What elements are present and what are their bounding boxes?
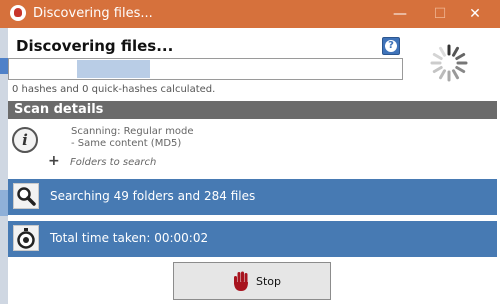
- time-status-text: Total time taken: 00:00:02: [50, 231, 209, 245]
- scan-criteria-text: - Same content (MD5): [71, 138, 182, 149]
- hand-icon: [234, 271, 248, 291]
- stop-button-label: Stop: [256, 275, 282, 288]
- scan-details-title: Scan details: [14, 102, 104, 117]
- page-title: Discovering files...: [16, 37, 174, 55]
- discovery-dialog: Discovering files... ? 0 hashes and 0 qu…: [8, 28, 497, 304]
- close-button[interactable]: ✕: [455, 0, 495, 28]
- loading-spinner-icon: [430, 44, 468, 82]
- progress-fill: [77, 60, 150, 78]
- maximize-button[interactable]: ☐: [420, 0, 460, 28]
- scan-mode-text: Scanning: Regular mode: [71, 126, 194, 137]
- background-highlight: [0, 190, 8, 216]
- title-bar: Discovering files... — ☐ ✕: [0, 0, 500, 28]
- info-icon: i: [12, 127, 38, 153]
- stopwatch-icon: [13, 225, 39, 251]
- expand-plus-icon[interactable]: +: [48, 154, 60, 168]
- searching-status-row: Searching 49 folders and 284 files: [8, 179, 497, 215]
- magnifier-icon: [13, 183, 39, 209]
- time-status-row: Total time taken: 00:00:02: [8, 221, 497, 257]
- background-highlight: [0, 58, 8, 74]
- minimize-button[interactable]: —: [380, 0, 420, 28]
- hash-status-text: 0 hashes and 0 quick-hashes calculated.: [12, 84, 216, 95]
- progress-bar: [8, 58, 403, 80]
- help-icon[interactable]: ?: [382, 37, 400, 55]
- background-window-strip: [0, 0, 8, 304]
- scan-details-header: Scan details: [8, 101, 497, 119]
- window-title: Discovering files...: [33, 6, 153, 21]
- folders-to-search-link[interactable]: Folders to search: [70, 157, 156, 168]
- stop-button[interactable]: Stop: [173, 262, 331, 300]
- help-icon-glyph: ?: [385, 40, 397, 52]
- searching-status-text: Searching 49 folders and 284 files: [50, 189, 256, 203]
- app-icon: [10, 5, 26, 21]
